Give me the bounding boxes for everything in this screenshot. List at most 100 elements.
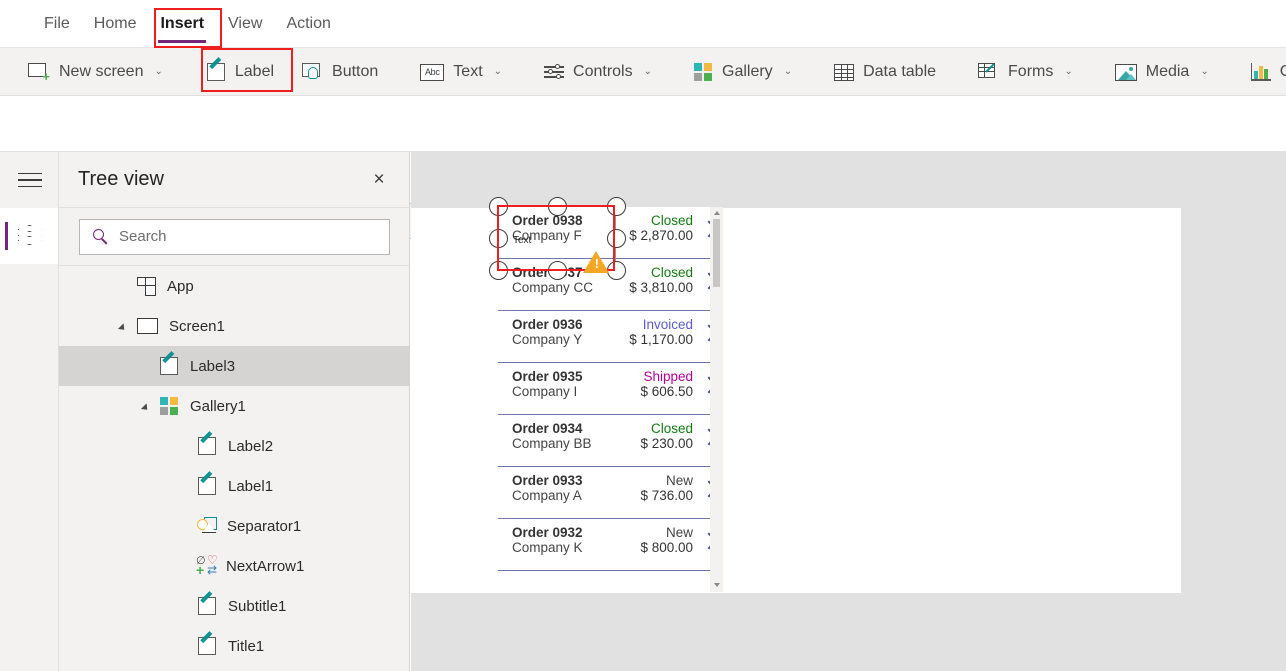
label-icon — [206, 56, 226, 82]
menu-item-label: View — [228, 15, 263, 32]
order-amount: $ 3,810.00 — [629, 280, 693, 295]
tree-item-label: Separator1 — [227, 517, 302, 535]
close-icon[interactable]: × — [366, 167, 392, 193]
ribbon-controls-button[interactable]: Controls ⌄ — [530, 48, 666, 96]
menu-item-home[interactable]: Home — [82, 9, 149, 39]
next-arrow-icon: ∅ ♡ + ⇄ — [196, 553, 218, 578]
tree-item-label1[interactable]: Label1 — [59, 466, 410, 506]
gallery-scrollbar[interactable] — [710, 207, 723, 592]
ribbon-new-screen-button[interactable]: + New screen ⌄ — [0, 48, 177, 96]
order-amount: $ 2,870.00 — [629, 228, 693, 243]
scroll-up-arrow-icon[interactable] — [714, 211, 720, 215]
app-icon — [137, 276, 156, 296]
app-screen[interactable]: Order 0938 Closed Company F $ 2,870.00 O… — [411, 197, 1181, 593]
tree-item-subtitle1[interactable]: Subtitle1 — [59, 586, 410, 626]
scroll-down-arrow-icon[interactable] — [714, 583, 720, 587]
search-input[interactable]: Search — [79, 218, 390, 255]
tree-item-nextarrow1[interactable]: ∅ ♡ + ⇄ NextArrow1 — [59, 546, 410, 586]
resize-handle-top-right[interactable] — [607, 197, 626, 216]
gallery-item[interactable]: Order 0936 Invoiced Company Y $ 1,170.00 — [498, 311, 723, 363]
separator-icon — [197, 517, 217, 535]
order-status: Shipped — [643, 369, 693, 384]
scrollbar-thumb[interactable] — [713, 219, 720, 287]
gallery-item[interactable]: Order 0935 Shipped Company I $ 606.50 — [498, 363, 723, 415]
ribbon-button-button[interactable]: Button — [288, 48, 392, 96]
tree-item-label: NextArrow1 — [226, 557, 305, 575]
gallery-item[interactable]: Order 0934 Closed Company BB $ 230.00 — [498, 415, 723, 467]
gallery-icon — [694, 62, 713, 82]
resize-handle-bottom-right[interactable] — [607, 261, 626, 280]
ribbon-forms-label: Forms — [1008, 63, 1054, 80]
selected-control-label3[interactable]: Text ! — [489, 197, 626, 280]
order-company: Company I — [512, 384, 578, 399]
tree-item-gallery1[interactable]: Gallery1 — [59, 386, 410, 426]
tree-search-wrapper: Search — [59, 208, 410, 266]
resize-handle-top-left[interactable] — [489, 197, 508, 216]
tree-item-label: Subtitle1 — [228, 597, 287, 615]
ribbon-new-screen-label: New screen — [59, 63, 144, 80]
ribbon-charts-button[interactable]: Char — [1237, 48, 1286, 96]
selected-label-text: Text — [513, 235, 532, 246]
ribbon-label-button[interactable]: Label — [193, 48, 288, 96]
controls-sliders-icon — [544, 63, 565, 81]
tree-item-label: Label1 — [228, 477, 274, 495]
tree-item-label3[interactable]: Label3 — [59, 346, 410, 386]
order-company: Company A — [512, 488, 582, 503]
resize-handle-bottom-center[interactable] — [548, 261, 567, 280]
chevron-down-icon: ⌄ — [1200, 66, 1209, 77]
tree-item-app[interactable]: App — [59, 266, 410, 306]
tree-item-label: Title1 — [228, 637, 265, 655]
tree-item-separator1[interactable]: Separator1 — [59, 506, 410, 546]
tree-view-header: Tree view × — [59, 152, 410, 208]
resize-handle-middle-left[interactable] — [489, 229, 508, 248]
tree-item-label2[interactable]: Label2 — [59, 426, 410, 466]
chevron-down-icon: ⌄ — [1064, 66, 1073, 77]
data-table-icon — [834, 63, 855, 81]
gallery-item[interactable]: Order 0932 New Company K $ 800.00 — [498, 519, 723, 571]
ribbon-controls-label: Controls — [573, 63, 633, 80]
ribbon-gallery-label: Gallery — [722, 63, 773, 80]
menu-item-insert[interactable]: Insert — [148, 9, 216, 43]
tree-view-panel: Tree view × Search App Screen1 Label3 Ga… — [59, 152, 410, 671]
rail-item-tree-view[interactable] — [0, 208, 59, 264]
formula-bar: Text ⌄ = fx ⌄ "Text" — [0, 96, 1286, 239]
button-icon — [302, 62, 323, 82]
expander-arrow-icon[interactable] — [140, 403, 151, 413]
forms-icon — [978, 63, 999, 81]
tree-item-title1[interactable]: Title1 — [59, 626, 410, 666]
order-company: Company CC — [512, 280, 594, 295]
chevron-down-icon: ⌄ — [643, 66, 652, 77]
gallery-item[interactable]: Order 0933 New Company A $ 736.00 — [498, 467, 723, 519]
resize-handle-middle-right[interactable] — [607, 229, 626, 248]
ribbon-media-button[interactable]: Media ⌄ — [1101, 48, 1223, 96]
tree-item-screen1[interactable]: Screen1 — [59, 306, 410, 346]
order-title: Order 0935 — [512, 369, 583, 384]
order-status: Invoiced — [642, 317, 693, 332]
ribbon-text-label: Text — [453, 63, 483, 80]
menu-item-label: Home — [93, 15, 137, 32]
ribbon-text-button[interactable]: Abc Text ⌄ — [406, 48, 516, 96]
gallery-icon — [160, 396, 179, 416]
order-amount: $ 230.00 — [640, 436, 693, 451]
menu-item-label: Action — [286, 15, 331, 32]
menu-item-action[interactable]: Action — [274, 9, 342, 39]
text-abc-icon: Abc — [420, 63, 445, 81]
label-icon — [198, 430, 217, 456]
ribbon-gallery-button[interactable]: Gallery ⌄ — [680, 48, 806, 96]
chevron-down-icon: ⌄ — [154, 66, 163, 77]
ribbon-data-table-button[interactable]: Data table — [820, 48, 950, 96]
menu-item-file[interactable]: File — [32, 9, 82, 39]
ribbon-toolbar: + New screen ⌄ Label Button Abc Text ⌄ C… — [0, 48, 1286, 96]
tree-item-label: Gallery1 — [190, 397, 246, 415]
resize-handle-top-center[interactable] — [548, 197, 567, 216]
canvas-area[interactable]: Order 0938 Closed Company F $ 2,870.00 O… — [411, 152, 1286, 671]
order-company: Company Y — [512, 332, 583, 347]
menu-item-view[interactable]: View — [216, 9, 274, 39]
powerapps-studio-window: File Home Insert View Action + New scree… — [0, 0, 1286, 671]
ribbon-forms-button[interactable]: Forms ⌄ — [964, 48, 1087, 96]
resize-handle-bottom-left[interactable] — [489, 261, 508, 280]
order-status: New — [665, 473, 693, 488]
expander-arrow-icon[interactable] — [117, 323, 128, 333]
hamburger-menu-button[interactable] — [0, 152, 59, 208]
order-status: Closed — [650, 421, 693, 436]
